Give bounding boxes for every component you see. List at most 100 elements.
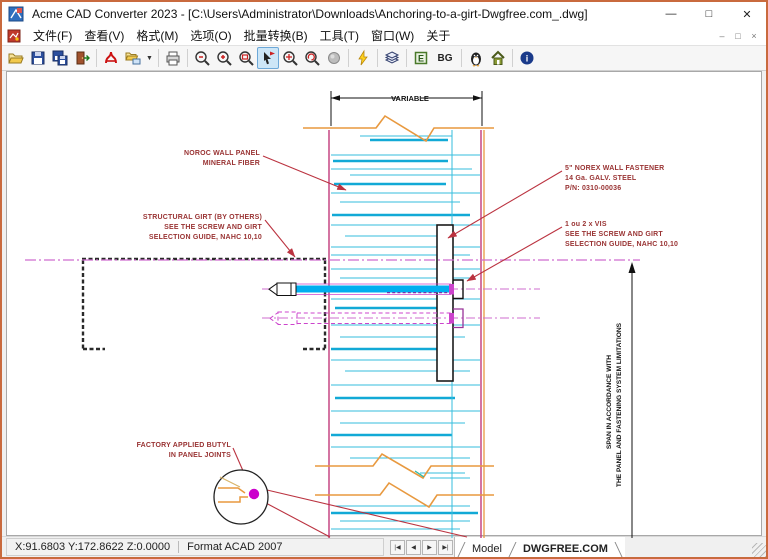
span-dimension: SPAN IN ACCORDANCE WITH THE PANEL AND FA… (606, 262, 636, 538)
cad-drawing: VARIABLE SPAN IN ACCORDANCE WITH THE PAN… (25, 91, 678, 538)
layers-icon (384, 51, 400, 64)
zoom-rotate-icon (305, 51, 320, 66)
batch-convert-dropdown[interactable]: ▼ (144, 47, 155, 69)
viewport-e-icon: E (414, 51, 428, 65)
layout-tab-bar: |◀ ◀ ▶ ▶| Model DWGFREE.COM (390, 537, 625, 557)
mdi-close-button[interactable]: × (746, 31, 762, 41)
svg-text:E: E (418, 54, 424, 64)
butyl-sealant-blob (248, 488, 260, 500)
export-pdf-button[interactable] (100, 47, 122, 69)
zoom-out-button[interactable] (191, 47, 213, 69)
zoom-in-icon (217, 51, 232, 66)
toolbar-separator (348, 49, 349, 67)
print-button[interactable] (162, 47, 184, 69)
annotations: NOROC WALL PANEL MINERAL FIBER STRUCTURA… (137, 150, 678, 459)
svg-text:FACTORY APPLIED BUTYL: FACTORY APPLIED BUTYL (137, 442, 232, 449)
svg-text:STRUCTURAL GIRT (BY OTHERS): STRUCTURAL GIRT (BY OTHERS) (143, 214, 262, 221)
home-icon (491, 50, 505, 65)
menu-about[interactable]: 关于 (420, 26, 456, 45)
svg-text:SEE THE SCREW AND GIRT: SEE THE SCREW AND GIRT (164, 224, 262, 231)
cursor-flag-icon (264, 51, 275, 65)
lightning-icon (358, 49, 368, 66)
tab-dwgfree[interactable]: DWGFREE.COM (515, 542, 616, 557)
svg-text:i: i (526, 54, 529, 64)
zoom-previous-button[interactable] (279, 47, 301, 69)
toolbar: ▼ E BG i (2, 46, 766, 71)
mdi-minimize-button[interactable]: – (714, 31, 730, 41)
tab-scroll-last[interactable]: ▶| (438, 539, 453, 555)
menu-bar: 文件(F) 查看(V) 格式(M) 选项(O) 批量转换(B) 工具(T) 窗口… (2, 26, 766, 46)
resize-grip[interactable] (752, 543, 766, 557)
door-icon (76, 51, 90, 65)
viewport-button[interactable]: E (410, 47, 432, 69)
zoom-rotate-button[interactable] (301, 47, 323, 69)
zoom-window-button[interactable] (235, 47, 257, 69)
tab-scroll-first[interactable]: |◀ (390, 539, 405, 555)
toolbar-separator (406, 49, 407, 67)
svg-text:P/N: 0310-00036: P/N: 0310-00036 (565, 185, 621, 192)
shade-mode-button[interactable] (323, 47, 345, 69)
minimize-button[interactable]: — (652, 2, 690, 26)
zoom-out-icon (195, 51, 210, 66)
save-button[interactable] (27, 47, 49, 69)
close-file-button[interactable] (71, 47, 93, 69)
menu-view[interactable]: 查看(V) (78, 26, 130, 45)
tab-model[interactable]: Model (464, 542, 510, 557)
maximize-button[interactable]: □ (690, 2, 728, 26)
open-folder-icon (8, 53, 24, 64)
status-divider (178, 541, 180, 553)
fonts-button[interactable] (465, 47, 487, 69)
svg-text:THE PANEL AND FASTENING SYSTEM: THE PANEL AND FASTENING SYSTEM LIMITATIO… (616, 322, 623, 487)
folders-icon (125, 52, 141, 65)
variable-dimension: VARIABLE (330, 91, 483, 126)
home-button[interactable] (487, 47, 509, 69)
info-icon: i (520, 51, 534, 65)
zoom-in-button[interactable] (213, 47, 235, 69)
status-bar: X:91.6803 Y:172.8622 Z:0.0000 Format ACA… (2, 536, 766, 557)
menu-file[interactable]: 文件(F) (27, 26, 78, 45)
save-all-button[interactable] (49, 47, 71, 69)
tab-scroll-next[interactable]: ▶ (422, 539, 437, 555)
butyl-detail-circle (213, 469, 269, 525)
floppy-icon (31, 51, 45, 65)
toolbar-separator (187, 49, 188, 67)
title-bar: Acme CAD Converter 2023 - [C:\Users\Admi… (2, 2, 766, 26)
background-color-button[interactable]: BG (432, 47, 458, 69)
tab-scroll-prev[interactable]: ◀ (406, 539, 421, 555)
zoom-extents-button[interactable] (257, 47, 279, 69)
batch-convert-button[interactable] (122, 47, 144, 69)
wall-fastener-plate (436, 224, 454, 382)
menu-options[interactable]: 选项(O) (184, 26, 237, 45)
menu-tools[interactable]: 工具(T) (314, 26, 365, 45)
panel-hatch (331, 135, 480, 530)
info-button[interactable]: i (516, 47, 538, 69)
close-button[interactable]: ✕ (728, 2, 766, 26)
zoom-window-icon (239, 51, 254, 66)
menu-batch-convert[interactable]: 批量转换(B) (238, 26, 314, 45)
menu-window[interactable]: 窗口(W) (365, 26, 420, 45)
mdi-restore-button[interactable]: □ (730, 31, 746, 41)
svg-text:MINERAL FIBER: MINERAL FIBER (203, 160, 260, 167)
svg-text:IN PANEL JOINTS: IN PANEL JOINTS (169, 452, 231, 459)
svg-text:SPAN IN ACCORDANCE WITH: SPAN IN ACCORDANCE WITH (606, 355, 613, 449)
toolbar-separator (512, 49, 513, 67)
menu-format[interactable]: 格式(M) (130, 26, 184, 45)
drawing-canvas[interactable]: VARIABLE SPAN IN ACCORDANCE WITH THE PAN… (6, 71, 762, 538)
svg-text:SELECTION GUIDE, NAHC 10,10: SELECTION GUIDE, NAHC 10,10 (149, 234, 262, 241)
open-button[interactable] (5, 47, 27, 69)
status-fields: X:91.6803 Y:172.8622 Z:0.0000 Format ACA… (6, 538, 384, 556)
svg-text:1 ou 2 x VIS: 1 ou 2 x VIS (565, 221, 607, 228)
coordinates-readout: X:91.6803 Y:172.8622 Z:0.0000 (15, 541, 171, 553)
toolbar-separator (158, 49, 159, 67)
structural-girt (81, 257, 327, 351)
penguin-icon (471, 52, 481, 67)
layers-button[interactable] (381, 47, 403, 69)
zoom-crosshair-icon (283, 51, 298, 66)
leader-lines (232, 155, 563, 538)
toolbar-separator (461, 49, 462, 67)
match-button[interactable] (352, 47, 374, 69)
document-icon (7, 29, 21, 42)
svg-text:14 Ga. GALV. STEEL: 14 Ga. GALV. STEEL (565, 175, 637, 182)
window-title: Acme CAD Converter 2023 - [C:\Users\Admi… (32, 7, 588, 21)
toolbar-separator (377, 49, 378, 67)
